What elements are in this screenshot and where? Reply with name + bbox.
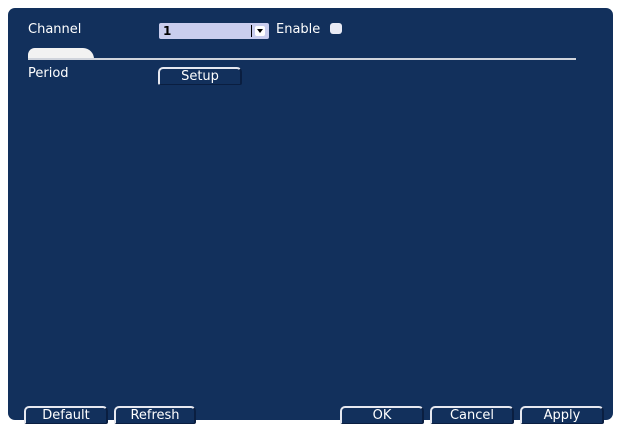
tab-divider: [28, 58, 576, 60]
enable-checkbox[interactable]: [330, 23, 342, 34]
channel-select-value: 1: [163, 24, 172, 38]
channel-label: Channel: [28, 22, 82, 37]
chevron-down-icon[interactable]: [255, 26, 265, 36]
period-label: Period: [28, 66, 69, 81]
default-button[interactable]: Default: [24, 406, 108, 424]
cancel-button[interactable]: Cancel: [430, 406, 514, 424]
settings-panel: [8, 8, 613, 420]
refresh-button[interactable]: Refresh: [114, 406, 196, 424]
select-divider: [251, 25, 252, 37]
ok-button[interactable]: OK: [340, 406, 424, 424]
channel-select[interactable]: 1: [159, 23, 269, 39]
apply-button[interactable]: Apply: [520, 406, 604, 424]
enable-label: Enable: [276, 22, 321, 37]
setup-button[interactable]: Setup: [158, 67, 242, 85]
